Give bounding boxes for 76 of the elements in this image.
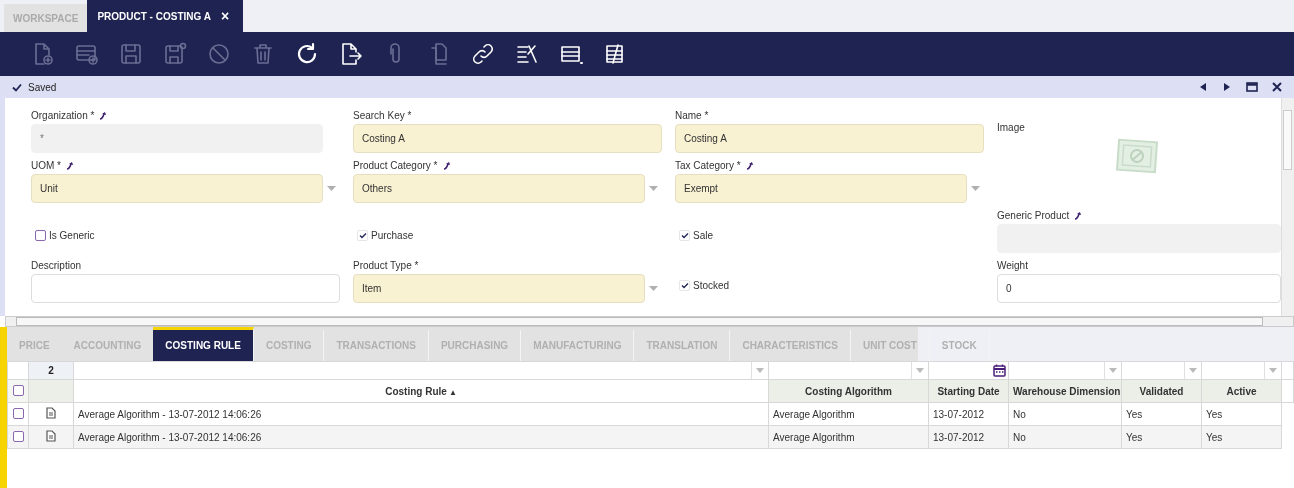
column-header[interactable]: Warehouse Dimension — [1008, 379, 1122, 403]
curved-arrow-icon[interactable] — [99, 111, 108, 120]
select-all-checkbox[interactable] — [12, 384, 24, 396]
table-cell: Average Algorithm — [768, 425, 929, 449]
curved-arrow-icon[interactable] — [66, 161, 74, 170]
horizontal-scrollbar[interactable] — [5, 316, 1294, 327]
field-label: Tax Category * — [675, 160, 984, 171]
field-label: Search Key * — [353, 110, 413, 121]
close-icon[interactable] — [1272, 82, 1282, 92]
trash-icon — [251, 42, 275, 66]
field-label: Product Category * — [353, 160, 662, 171]
input-field[interactable]: * — [31, 124, 323, 153]
input-field[interactable]: 0 — [997, 274, 1281, 303]
field-label: UOM * — [31, 160, 340, 171]
field-label: Product Type * — [353, 260, 420, 271]
calendar-icon[interactable] — [993, 364, 1006, 377]
link-icon — [471, 42, 495, 66]
dropdown-field[interactable]: Item — [353, 274, 645, 303]
close-button[interactable]: × — [220, 8, 230, 24]
dropdown-field[interactable]: Exempt — [675, 174, 967, 203]
dropdown-field[interactable]: Others — [353, 174, 645, 203]
field-label: Name * — [675, 110, 710, 121]
field-label: Organization * — [31, 110, 340, 121]
caret-icon[interactable] — [1269, 368, 1277, 373]
document-icon[interactable] — [46, 407, 56, 419]
document-icon[interactable] — [46, 430, 56, 442]
caret-icon[interactable] — [971, 186, 980, 191]
checkbox-label: Purchase — [371, 230, 414, 241]
caret-icon[interactable] — [756, 368, 764, 373]
dropdown-field[interactable]: Unit — [31, 174, 323, 203]
caret-icon[interactable] — [649, 186, 658, 191]
table-cell: Average Algorithm - 13-07-2012 14:06:26 — [73, 425, 769, 449]
tab[interactable]: COSTING RULE — [153, 327, 254, 361]
vertical-scrollbar[interactable] — [1281, 98, 1294, 316]
record-count: 2 — [28, 361, 74, 380]
tab-label: WORKSPACE — [13, 12, 79, 24]
column-header[interactable]: Costing Algorithm — [768, 379, 929, 403]
caret-icon[interactable] — [1189, 368, 1197, 373]
table-cell: Average Algorithm — [768, 402, 929, 426]
status-message: Saved — [28, 81, 57, 93]
rows-plus-icon — [75, 42, 99, 66]
input-field[interactable] — [997, 224, 1281, 253]
floppy-disk-icon — [163, 42, 187, 66]
no-entry-icon — [207, 42, 231, 66]
input-field[interactable]: Costing A — [353, 124, 662, 153]
next-icon[interactable] — [1222, 82, 1232, 92]
refresh-icon — [295, 42, 319, 66]
table-cell: Average Algorithm - 13-07-2012 14:06:26 — [73, 402, 769, 426]
curved-arrow-icon[interactable] — [1074, 211, 1083, 220]
document-arrow-icon — [339, 42, 363, 66]
caret-icon[interactable] — [327, 186, 336, 191]
table-cell: No — [1008, 425, 1122, 449]
tab-label: PRODUCT - COSTING A — [97, 10, 211, 22]
field-label: Description — [31, 260, 83, 271]
maximize-icon[interactable] — [1246, 82, 1258, 92]
checkbox-label: Sale — [693, 230, 713, 241]
row-checkbox[interactable] — [12, 407, 24, 419]
input-field[interactable]: Costing A — [675, 124, 984, 153]
previous-icon[interactable] — [1198, 82, 1208, 92]
caret-icon[interactable] — [916, 368, 924, 373]
checkmark-icon — [12, 82, 22, 92]
field-label: Weight — [997, 260, 1029, 271]
window-tab[interactable]: PRODUCT - COSTING A × — [87, 0, 244, 32]
caret-icon[interactable] — [1109, 368, 1117, 373]
field-label: Generic Product — [997, 210, 1281, 221]
caret-icon[interactable] — [649, 286, 658, 291]
column-header[interactable]: Costing Rule ▲ — [73, 379, 769, 403]
checkbox-label: Stocked — [693, 280, 730, 291]
input-field[interactable] — [31, 274, 340, 303]
curved-arrow-icon[interactable] — [442, 161, 451, 170]
field-label: Image — [997, 122, 1026, 133]
curved-arrow-icon[interactable] — [745, 161, 754, 170]
row-checkbox[interactable] — [12, 430, 24, 442]
checkbox[interactable] — [35, 230, 46, 241]
checkbox-label: Is Generic — [49, 230, 95, 241]
table-cell: No — [1008, 402, 1122, 426]
